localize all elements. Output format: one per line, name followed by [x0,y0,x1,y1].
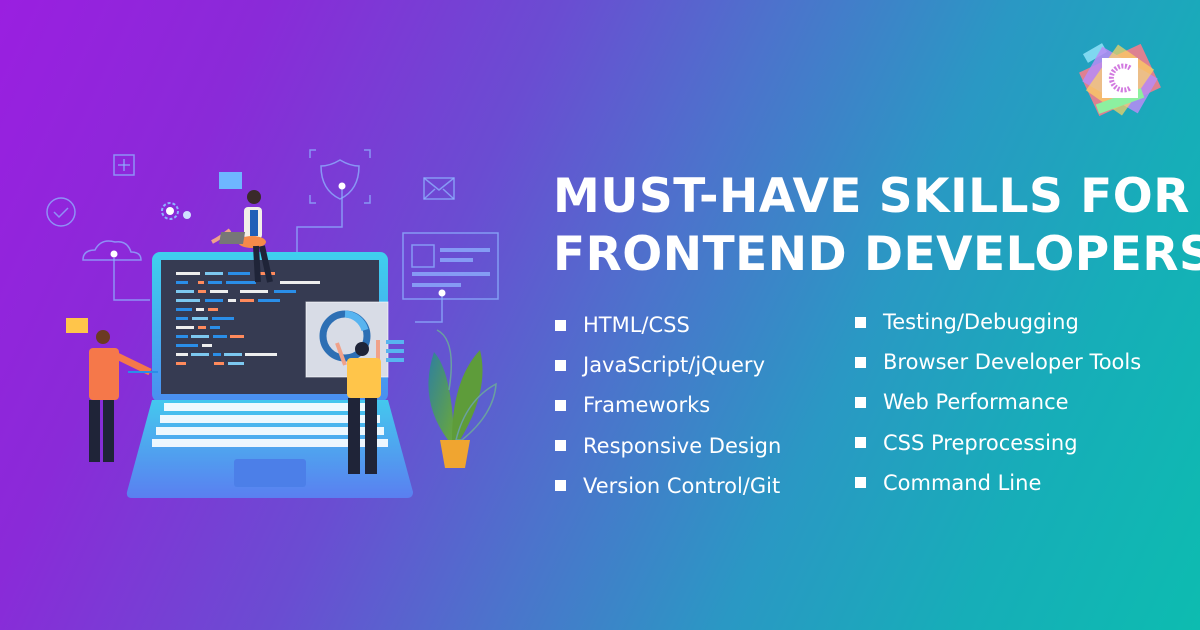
plant-icon [428,329,497,468]
web-card-icon [402,232,499,323]
title-line-1: MUST-HAVE SKILLS FOR [553,169,1190,224]
envelope-icon [423,177,455,200]
cloud-icon [82,240,150,301]
skill-item: CSS Preprocessing [855,423,1141,463]
skill-item: Responsive Design [555,426,781,466]
skill-item: HTML/CSS [555,305,781,345]
bullet-icon [855,396,866,408]
bullet-icon [555,399,566,411]
skill-item: Version Control/Git [555,466,781,506]
skill-label: Frameworks [583,393,711,418]
skills-list-left: HTML/CSS JavaScript/jQuery Frameworks Re… [555,305,781,506]
skill-label: Testing/Debugging [883,310,1079,335]
skill-item: Frameworks [555,385,781,425]
skill-item: JavaScript/jQuery [555,345,781,385]
skill-label: JavaScript/jQuery [583,353,765,378]
bullet-icon [855,477,866,489]
developer-illustration [46,149,499,498]
page-title: MUST-HAVE SKILLS FOR FRONTEND DEVELOPERS [553,168,1200,284]
plus-icon [113,154,135,176]
chat-bubble-icon [219,172,242,189]
bullet-icon [555,359,566,371]
bullet-icon [855,316,866,328]
checkmark-circle-icon [46,197,76,227]
skill-item: Browser Developer Tools [855,342,1141,382]
gear-icon [161,202,191,220]
skill-label: Browser Developer Tools [883,350,1142,375]
bullet-icon [555,440,566,452]
chat-bubble-icon [66,318,88,333]
skill-label: Responsive Design [583,433,782,458]
title-line-2: FRONTEND DEVELOPERS [553,227,1200,282]
bullet-icon [555,319,566,331]
skill-label: Command Line [883,470,1042,495]
skill-label: Web Performance [883,390,1069,415]
bullet-icon [855,437,866,449]
skill-label: CSS Preprocessing [883,430,1078,455]
skill-item: Testing/Debugging [855,302,1141,342]
bullet-icon [555,480,566,492]
skill-label: Version Control/Git [583,473,781,498]
skill-label: HTML/CSS [583,313,690,338]
bullet-icon [855,356,866,368]
skills-list-right: Testing/Debugging Browser Developer Tool… [855,302,1141,503]
colorful-c-logo-icon [1079,43,1161,117]
skill-item: Command Line [855,463,1141,503]
skill-item: Web Performance [855,382,1141,422]
